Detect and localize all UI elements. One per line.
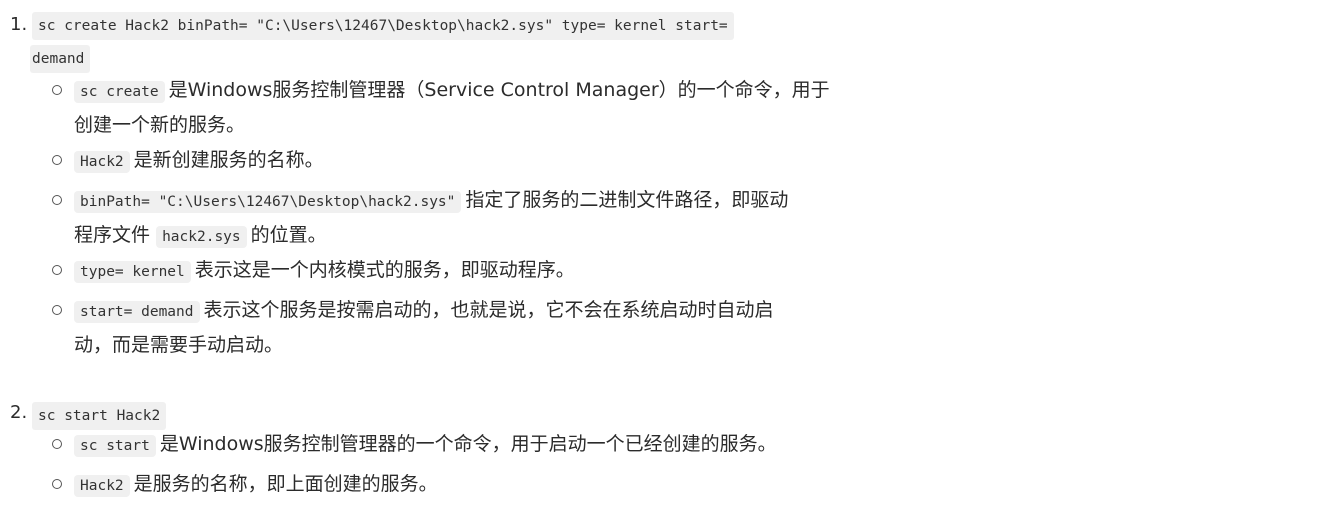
- list-item-text-cont: 的位置。: [250, 224, 327, 246]
- inline-code: Hack2: [74, 475, 130, 497]
- hollow-bullet-icon: [52, 195, 62, 205]
- list-item-text: 指定了服务的二进制文件路径，即驱动: [465, 189, 789, 211]
- command-block-1: sc create Hack2 binPath= "C:\Users\12467…: [32, 12, 734, 40]
- inline-code: sc create: [74, 81, 165, 103]
- list-item-text: 是Windows服务控制管理器（Service Control Manager）…: [168, 79, 830, 101]
- list-number-1: 1.: [10, 14, 28, 35]
- hollow-bullet-icon: [52, 479, 62, 489]
- command-block-2: sc start Hack2: [32, 402, 167, 430]
- command-block-1-cont: demand: [30, 45, 91, 73]
- inline-code: Hack2: [74, 151, 130, 173]
- list-number-2: 2.: [10, 402, 28, 423]
- list-item-text: 是Windows服务控制管理器的一个命令，用于启动一个已经创建的服务。: [159, 433, 777, 455]
- hollow-bullet-icon: [52, 439, 62, 449]
- inline-code: start= demand: [74, 301, 200, 323]
- inline-code: binPath= "C:\Users\12467\Desktop\hack2.s…: [74, 191, 462, 213]
- command-line-2: sc start Hack2: [32, 402, 167, 430]
- hollow-bullet-icon: [52, 305, 62, 315]
- list-item-text: 表示这个服务是按需启动的，也就是说，它不会在系统启动时自动启: [203, 299, 774, 321]
- inline-code: hack2.sys: [156, 226, 247, 248]
- list-item-text-cont: 创建一个新的服务。: [74, 114, 246, 136]
- list-item-text: 表示这是一个内核模式的服务，即驱动程序。: [194, 259, 575, 281]
- list-item-text: 是服务的名称，即上面创建的服务。: [133, 473, 438, 495]
- inline-code: type= kernel: [74, 261, 191, 283]
- command-line-1a: sc create Hack2 binPath= "C:\Users\12467…: [32, 12, 734, 40]
- hollow-bullet-icon: [52, 85, 62, 95]
- list-item-text-cont: 动，而是需要手动启动。: [74, 334, 284, 356]
- list-item-text: 是新创建服务的名称。: [133, 149, 324, 171]
- list-item-text-cont: 程序文件: [74, 224, 151, 246]
- hollow-bullet-icon: [52, 265, 62, 275]
- command-line-1b: demand: [30, 45, 91, 73]
- inline-code: sc start: [74, 435, 156, 457]
- document-body: 1. sc create Hack2 binPath= "C:\Users\12…: [0, 0, 1320, 515]
- hollow-bullet-icon: [52, 155, 62, 165]
